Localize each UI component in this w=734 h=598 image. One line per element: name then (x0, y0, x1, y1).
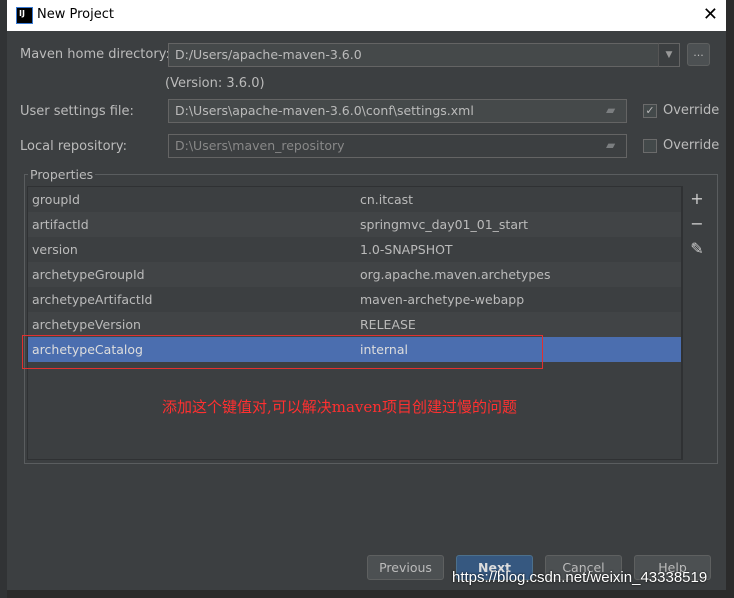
annotation-text: 添加这个键值对,可以解决maven项目创建过慢的问题 (162, 398, 517, 416)
local-repo-override-label: Override (663, 138, 720, 153)
table-row[interactable]: archetypeVersion RELEASE (28, 312, 681, 337)
local-repo-override-checkbox[interactable] (643, 139, 657, 153)
user-settings-override-checkbox[interactable]: ✓ (643, 104, 657, 118)
property-key: groupId (32, 192, 80, 207)
local-repo-label: Local repository: (20, 139, 127, 154)
property-value: 1.0-SNAPSHOT (360, 242, 453, 257)
property-value: org.apache.maven.archetypes (360, 267, 551, 282)
window-title: New Project (37, 7, 114, 22)
highlight-box (22, 335, 543, 369)
property-value: RELEASE (360, 317, 416, 332)
version-text: (Version: 3.6.0) (165, 76, 265, 91)
editor-background-left (0, 0, 7, 598)
property-key: archetypeVersion (32, 317, 141, 332)
property-key: archetypeArtifactId (32, 292, 153, 307)
property-value: springmvc_day01_01_start (360, 217, 529, 232)
user-settings-label: User settings file: (20, 104, 134, 119)
property-key: archetypeGroupId (32, 267, 145, 282)
local-repo-input[interactable]: D:\Users\maven_repository (168, 134, 627, 158)
minus-icon[interactable]: − (683, 211, 711, 236)
table-row[interactable]: archetypeArtifactId maven-archetype-webap… (28, 287, 681, 312)
property-key: artifactId (32, 217, 89, 232)
close-icon[interactable]: ✕ (703, 4, 718, 25)
properties-table: groupId cn.itcast artifactId springmvc_day… (27, 186, 682, 460)
plus-icon[interactable]: + (683, 186, 711, 211)
browse-button[interactable]: ... (687, 43, 710, 66)
properties-title: Properties (28, 167, 96, 182)
user-settings-input[interactable]: D:\Users\apache-maven-3.6.0\conf\setting… (168, 99, 627, 123)
title-bar: IJ New Project ✕ (7, 0, 726, 31)
user-settings-override-label: Override (663, 103, 720, 118)
editor-background-right (726, 0, 734, 598)
property-key: version (32, 242, 78, 257)
property-value: cn.itcast (360, 192, 414, 207)
properties-toolbar: + − ✎ (682, 186, 711, 460)
maven-home-input[interactable]: D:/Users/apache-maven-3.6.0 (168, 43, 659, 67)
table-row[interactable]: archetypeGroupId org.apache.maven.archety… (28, 262, 681, 287)
table-row[interactable]: groupId cn.itcast (28, 187, 681, 212)
table-row[interactable]: version 1.0-SNAPSHOT (28, 237, 681, 262)
previous-button[interactable]: Previous (367, 555, 444, 580)
intellij-logo-icon: IJ (16, 7, 33, 24)
folder-icon[interactable]: ▰ (606, 103, 615, 117)
new-project-dialog: IJ New Project ✕ Maven home directory: D… (7, 0, 726, 590)
property-value: maven-archetype-webapp (360, 292, 525, 307)
maven-home-label: Maven home directory: (20, 47, 170, 62)
chevron-down-icon[interactable]: ▼ (658, 43, 680, 67)
pencil-icon[interactable]: ✎ (683, 236, 711, 261)
table-row[interactable]: artifactId springmvc_day01_01_start (28, 212, 681, 237)
watermark: https://blog.csdn.net/weixin_43338519 (452, 569, 708, 586)
folder-icon[interactable]: ▰ (606, 138, 615, 152)
